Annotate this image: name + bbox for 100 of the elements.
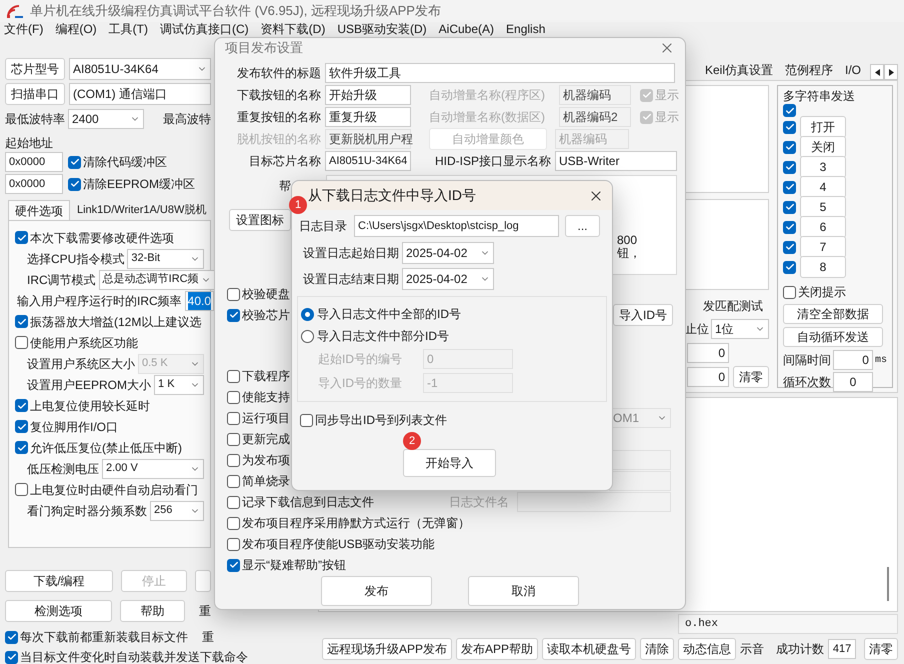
checkbox[interactable] xyxy=(15,420,28,433)
checkbox[interactable] xyxy=(783,200,796,214)
checkbox[interactable] xyxy=(5,630,18,644)
menu-item[interactable]: USB驱动安装(D) xyxy=(337,22,427,37)
checkbox[interactable] xyxy=(227,516,240,530)
checkbox[interactable] xyxy=(227,538,240,550)
button[interactable]: 清零 xyxy=(864,638,898,660)
button[interactable]: 5 xyxy=(800,196,846,218)
scan-port-button[interactable]: 扫描串口 xyxy=(5,83,65,105)
checkbox[interactable] xyxy=(15,231,28,244)
checkbox[interactable] xyxy=(300,414,313,426)
dropdown[interactable]: 2025-04-02 xyxy=(402,242,494,264)
checkbox[interactable] xyxy=(783,160,796,174)
dropdown[interactable]: 2.00 V xyxy=(102,458,204,478)
menu-item[interactable]: English xyxy=(506,22,546,37)
button[interactable]: 导入ID号 xyxy=(613,304,673,326)
tab[interactable]: I/O xyxy=(842,60,864,80)
button[interactable]: 清零 xyxy=(733,366,769,388)
checkbox[interactable] xyxy=(783,140,796,154)
scrollbar-thumb[interactable] xyxy=(887,567,889,601)
input-field[interactable]: 0x0000 xyxy=(5,152,63,172)
radio-button[interactable] xyxy=(301,330,314,342)
checkbox[interactable] xyxy=(15,399,28,412)
dropdown[interactable]: AI8051U-34K64 xyxy=(69,58,211,80)
button[interactable]: 4 xyxy=(800,176,846,198)
menu-item[interactable]: 文件(F) xyxy=(4,22,44,37)
menu-item[interactable]: 资料下载(D) xyxy=(260,22,326,37)
checkbox[interactable] xyxy=(227,288,240,300)
input-field[interactable]: C:\Users\jsgx\Desktop\stcisp_log xyxy=(354,215,559,237)
button[interactable]: 帮助 xyxy=(120,600,185,622)
input-field[interactable]: 开始升级 xyxy=(325,85,411,105)
checkbox[interactable] xyxy=(5,650,18,664)
checkbox[interactable] xyxy=(227,454,240,466)
input-field[interactable]: 0 xyxy=(687,343,729,363)
checkbox[interactable] xyxy=(227,390,240,404)
dropdown[interactable]: 2400 xyxy=(68,109,144,129)
button[interactable]: 取消 xyxy=(468,576,579,606)
dropdown[interactable]: 1位 xyxy=(711,319,769,339)
input-field[interactable]: 0 xyxy=(833,372,873,392)
checkbox[interactable] xyxy=(783,104,796,117)
input-field[interactable]: 0 xyxy=(687,367,729,387)
input-field[interactable]: USB-Writer xyxy=(555,151,677,171)
dropdown[interactable]: 总是动态调节IRC频 xyxy=(98,270,215,290)
button[interactable]: 发布APP帮助 xyxy=(456,638,538,660)
input-field[interactable] xyxy=(609,471,671,491)
button[interactable]: 动态信息 xyxy=(678,638,736,660)
button[interactable]: 清空全部数据 xyxy=(783,304,883,324)
button[interactable]: 读取本机硬盘号 xyxy=(542,638,636,660)
checkbox[interactable] xyxy=(783,220,796,234)
tab[interactable]: 范例程序 xyxy=(782,60,836,80)
input-field[interactable]: (COM1) 通信端口 xyxy=(69,83,211,105)
input-field[interactable]: 软件升级工具 xyxy=(325,63,675,83)
button[interactable]: 自动循环发送 xyxy=(783,327,883,347)
tab[interactable]: Keil仿真设置 xyxy=(702,60,776,80)
checkbox[interactable] xyxy=(227,474,240,488)
dropdown[interactable]: 256 xyxy=(150,500,204,520)
dropdown[interactable]: 32-Bit xyxy=(127,248,204,268)
button[interactable]: 检测选项 xyxy=(5,600,112,622)
button[interactable]: 8 xyxy=(800,256,846,278)
input-field[interactable]: 重复升级 xyxy=(325,107,411,127)
button[interactable]: 3 xyxy=(800,156,846,178)
tab[interactable]: 硬件选项 xyxy=(8,200,70,220)
button[interactable]: 关闭 xyxy=(800,136,846,158)
dropdown[interactable]: 2025-04-02 xyxy=(402,268,494,290)
input-field[interactable]: 0x0000 xyxy=(5,174,63,194)
button[interactable]: 6 xyxy=(800,216,846,238)
button[interactable]: 设置图标 xyxy=(229,208,291,230)
checkbox[interactable] xyxy=(68,156,81,168)
scroll-left-button[interactable] xyxy=(870,64,884,80)
button[interactable]: 下载/编程 xyxy=(5,570,113,592)
checkbox[interactable] xyxy=(783,286,796,298)
menu-item[interactable]: 编程(O) xyxy=(55,22,97,37)
menu-item[interactable]: 调试仿真接口(C) xyxy=(160,22,249,37)
checkbox[interactable] xyxy=(227,496,240,508)
input-field[interactable] xyxy=(517,492,671,512)
button[interactable]: 打开 xyxy=(800,116,846,138)
dropdown[interactable]: 1 K xyxy=(154,374,204,394)
input-field[interactable]: 0 xyxy=(833,350,873,370)
checkbox[interactable] xyxy=(227,308,240,322)
button[interactable]: 7 xyxy=(800,236,846,258)
button[interactable]: 发布 xyxy=(321,576,432,606)
checkbox[interactable] xyxy=(227,558,240,572)
checkbox[interactable] xyxy=(15,483,28,496)
menu-item[interactable]: AiCube(A) xyxy=(438,22,494,37)
checkbox[interactable] xyxy=(227,432,240,446)
menu-item[interactable]: 工具(T) xyxy=(108,22,148,37)
checkbox[interactable] xyxy=(783,240,796,254)
checkbox[interactable] xyxy=(68,178,81,190)
checkbox[interactable] xyxy=(783,120,796,134)
button[interactable]: ... xyxy=(565,215,600,237)
checkbox[interactable] xyxy=(15,336,28,349)
checkbox[interactable] xyxy=(15,315,28,328)
chip-type-button[interactable]: 芯片型号 xyxy=(5,58,65,80)
checkbox[interactable] xyxy=(783,180,796,194)
button[interactable]: 清除 xyxy=(640,638,674,660)
checkbox[interactable] xyxy=(227,412,240,424)
input-field[interactable]: 417 xyxy=(828,639,856,659)
checkbox[interactable] xyxy=(227,370,240,382)
radio-button[interactable] xyxy=(301,308,314,320)
button[interactable]: 远程现场升级APP发布 xyxy=(322,638,452,660)
